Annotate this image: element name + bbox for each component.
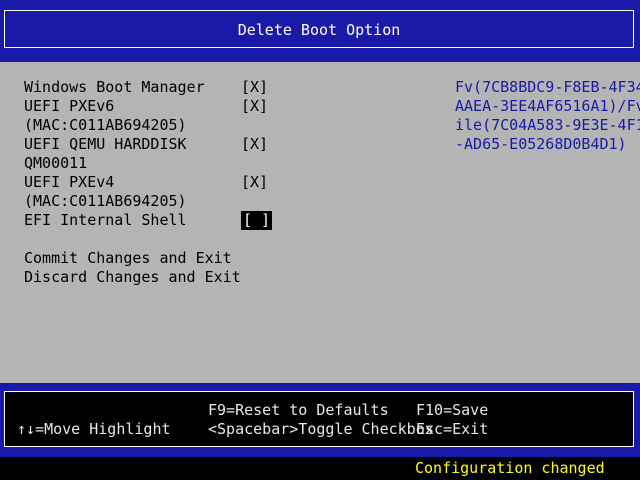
boot-option-uefi-pxev6-mac: (MAC:C011AB694205) bbox=[24, 116, 187, 134]
checkbox-efi-internal-shell-highlighted[interactable]: [ ] bbox=[241, 211, 273, 230]
esc-exit-hint: Esc=Exit bbox=[416, 420, 489, 438]
boot-option-uefi-pxev4[interactable]: UEFI PXEv4 bbox=[24, 173, 114, 192]
move-highlight-hint: ↑↓=Move Highlight bbox=[17, 420, 171, 438]
status-message: Configuration changed bbox=[415, 459, 605, 477]
f10-save-hint: F10=Save bbox=[416, 401, 489, 419]
help-text-line-3: ile(7C04A583-9E3E-4F1C bbox=[455, 116, 640, 134]
title-band: Delete Boot Option bbox=[0, 0, 640, 62]
discard-changes-exit-button[interactable]: Discard Changes and Exit bbox=[24, 268, 241, 287]
boot-option-uefi-pxev6[interactable]: UEFI PXEv6 bbox=[24, 97, 114, 116]
footer-band: F9=Reset to Defaults F10=Save ↑↓=Move Hi… bbox=[0, 383, 640, 457]
boot-option-uefi-qemu-harddisk-serial: QM00011 bbox=[24, 154, 88, 172]
help-text-line-4: -AD65-E05268D0B4D1) bbox=[455, 135, 627, 153]
f9-reset-hint: F9=Reset to Defaults bbox=[208, 401, 389, 419]
checkbox-windows-boot-manager[interactable]: [X] bbox=[241, 78, 268, 97]
boot-option-windows-boot-manager[interactable]: Windows Boot Manager bbox=[24, 78, 205, 97]
boot-option-uefi-qemu-harddisk[interactable]: UEFI QEMU HARDDISK bbox=[24, 135, 187, 154]
help-text-line-1: Fv(7CB8BDC9-F8EB-4F34- bbox=[455, 78, 640, 96]
checkbox-uefi-qemu-harddisk[interactable]: [X] bbox=[241, 135, 268, 154]
help-text-line-2: AAEA-3EE4AF6516A1)/FvF bbox=[455, 97, 640, 115]
key-help-box: F9=Reset to Defaults F10=Save ↑↓=Move Hi… bbox=[4, 391, 634, 447]
boot-option-efi-internal-shell[interactable]: EFI Internal Shell bbox=[24, 211, 187, 230]
commit-changes-exit-button[interactable]: Commit Changes and Exit bbox=[24, 249, 232, 268]
checkbox-uefi-pxev4[interactable]: [X] bbox=[241, 173, 268, 192]
status-bar: Configuration changed bbox=[0, 457, 640, 480]
page-title: Delete Boot Option bbox=[4, 10, 634, 48]
bios-screen: Delete Boot Option Windows Boot Manager … bbox=[0, 0, 640, 480]
boot-option-uefi-pxev4-mac: (MAC:C011AB694205) bbox=[24, 192, 187, 210]
spacebar-toggle-hint: <Spacebar>Toggle Checkbox bbox=[208, 420, 434, 438]
checkbox-uefi-pxev6[interactable]: [X] bbox=[241, 97, 268, 116]
